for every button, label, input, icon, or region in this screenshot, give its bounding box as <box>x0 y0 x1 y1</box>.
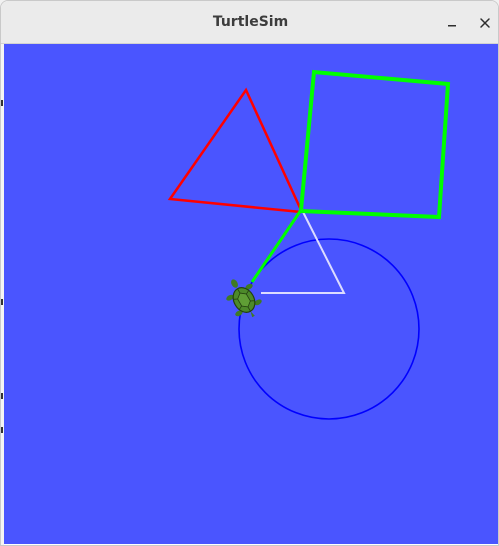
close-icon <box>479 17 491 29</box>
minimize-icon <box>446 17 458 29</box>
window-title: TurtleSim <box>212 14 289 30</box>
title-bar[interactable]: TurtleSim <box>1 1 498 44</box>
edge-mark <box>1 427 3 433</box>
edge-mark <box>1 393 3 399</box>
minimize-button[interactable] <box>439 10 465 36</box>
turtle-canvas[interactable] <box>4 44 498 544</box>
canvas-drawing <box>4 44 498 544</box>
edge-mark <box>1 100 3 106</box>
close-button[interactable] <box>472 10 498 36</box>
edge-mark <box>1 299 3 305</box>
turtlesim-window: TurtleSim <box>0 0 499 546</box>
